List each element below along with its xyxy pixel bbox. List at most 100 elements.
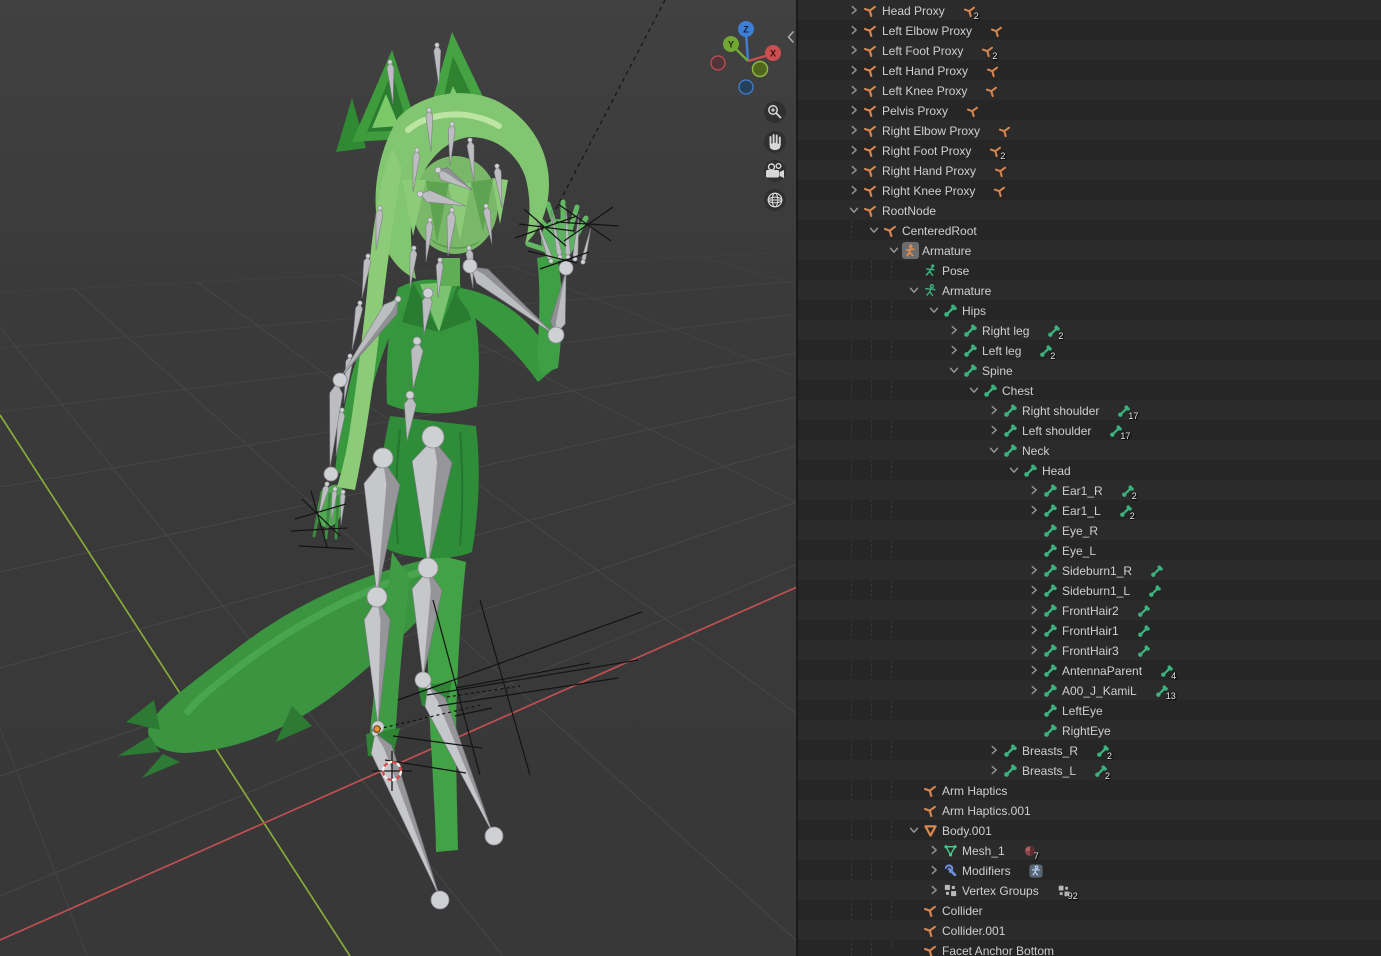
- chevron-down-icon[interactable]: [906, 822, 922, 838]
- outliner-row[interactable]: RightEye: [798, 720, 1381, 740]
- chevron-right-icon[interactable]: [846, 42, 862, 58]
- region-collapse-icon[interactable]: [789, 32, 794, 42]
- outliner-row[interactable]: Ear1_L2: [798, 500, 1381, 520]
- outliner-row[interactable]: RootNode: [798, 200, 1381, 220]
- chevron-down-icon[interactable]: [846, 202, 862, 218]
- chevron-down-icon[interactable]: [906, 282, 922, 298]
- outliner-row[interactable]: Modifiers: [798, 860, 1381, 880]
- outliner-row[interactable]: FrontHair1: [798, 620, 1381, 640]
- chevron-down-icon[interactable]: [926, 302, 942, 318]
- chevron-down-icon[interactable]: [966, 382, 982, 398]
- outliner-row[interactable]: Hips: [798, 300, 1381, 320]
- outliner-row[interactable]: Head Proxy2: [798, 0, 1381, 20]
- outliner-row[interactable]: Ear1_R2: [798, 480, 1381, 500]
- gizmo-y-axis[interactable]: Y: [723, 36, 739, 52]
- chevron-down-icon[interactable]: [866, 222, 882, 238]
- outliner-row[interactable]: Left leg2: [798, 340, 1381, 360]
- gizmo-z-axis[interactable]: Z: [738, 21, 754, 37]
- outliner-row[interactable]: Arm Haptics.001: [798, 800, 1381, 820]
- chevron-right-icon[interactable]: [926, 862, 942, 878]
- outliner-row[interactable]: Eye_R: [798, 520, 1381, 540]
- chevron-right-icon[interactable]: [1026, 482, 1042, 498]
- outliner-row[interactable]: Neck: [798, 440, 1381, 460]
- outliner-row[interactable]: Sideburn1_L: [798, 580, 1381, 600]
- chevron-right-icon[interactable]: [986, 422, 1002, 438]
- outliner-row[interactable]: Facet Anchor Bottom: [798, 940, 1381, 956]
- perspective-grid-icon[interactable]: [764, 189, 786, 211]
- outliner-row[interactable]: Left Knee Proxy: [798, 80, 1381, 100]
- chevron-right-icon[interactable]: [1026, 582, 1042, 598]
- outliner-row[interactable]: Chest: [798, 380, 1381, 400]
- outliner-row[interactable]: LeftEye: [798, 700, 1381, 720]
- outliner-row[interactable]: Right Hand Proxy: [798, 160, 1381, 180]
- outliner-row[interactable]: Collider.001: [798, 920, 1381, 940]
- outliner-row[interactable]: Vertex Groups92: [798, 880, 1381, 900]
- outliner-row[interactable]: Left Foot Proxy2: [798, 40, 1381, 60]
- outliner-row[interactable]: Head: [798, 460, 1381, 480]
- chevron-right-icon[interactable]: [1026, 622, 1042, 638]
- chevron-down-icon[interactable]: [986, 442, 1002, 458]
- outliner-row[interactable]: Left Hand Proxy: [798, 60, 1381, 80]
- outliner-row[interactable]: FrontHair2: [798, 600, 1381, 620]
- outliner-row[interactable]: FrontHair3: [798, 640, 1381, 660]
- outliner-row[interactable]: CenteredRoot: [798, 220, 1381, 240]
- zoom-in-icon[interactable]: [764, 101, 786, 123]
- navigation-gizmo[interactable]: Z Y X: [711, 21, 781, 94]
- gizmo-x-axis[interactable]: X: [765, 45, 781, 61]
- chevron-right-icon[interactable]: [1026, 562, 1042, 578]
- outliner-row[interactable]: Spine: [798, 360, 1381, 380]
- outliner-row[interactable]: Eye_L: [798, 540, 1381, 560]
- gizmo-x-neg[interactable]: [711, 56, 725, 70]
- chevron-right-icon[interactable]: [1026, 602, 1042, 618]
- outliner-row[interactable]: Right leg2: [798, 320, 1381, 340]
- chevron-right-icon[interactable]: [846, 62, 862, 78]
- chevron-right-icon[interactable]: [846, 122, 862, 138]
- chevron-right-icon[interactable]: [946, 342, 962, 358]
- 3d-viewport[interactable]: Z Y X: [0, 0, 796, 956]
- gizmo-z-neg[interactable]: [739, 80, 753, 94]
- chevron-right-icon[interactable]: [946, 322, 962, 338]
- chevron-right-icon[interactable]: [986, 402, 1002, 418]
- chevron-right-icon[interactable]: [846, 182, 862, 198]
- outliner-row[interactable]: Left shoulder17: [798, 420, 1381, 440]
- outliner-row[interactable]: Left Elbow Proxy: [798, 20, 1381, 40]
- outliner-row[interactable]: Armature: [798, 280, 1381, 300]
- outliner-row[interactable]: Pelvis Proxy: [798, 100, 1381, 120]
- chevron-right-icon[interactable]: [846, 22, 862, 38]
- chevron-right-icon[interactable]: [986, 742, 1002, 758]
- outliner-row[interactable]: Right Knee Proxy: [798, 180, 1381, 200]
- chevron-down-icon[interactable]: [886, 242, 902, 258]
- chevron-down-icon[interactable]: [1006, 462, 1022, 478]
- chevron-right-icon[interactable]: [1026, 642, 1042, 658]
- chevron-right-icon[interactable]: [986, 762, 1002, 778]
- gizmo-y-neg[interactable]: [753, 62, 768, 77]
- chevron-down-icon[interactable]: [946, 362, 962, 378]
- chevron-right-icon[interactable]: [926, 842, 942, 858]
- outliner-row[interactable]: AntennaParent4: [798, 660, 1381, 680]
- pan-hand-icon[interactable]: [764, 131, 786, 153]
- outliner-row[interactable]: Sideburn1_R: [798, 560, 1381, 580]
- camera-view-icon[interactable]: [764, 160, 786, 182]
- chevron-right-icon[interactable]: [926, 882, 942, 898]
- chevron-right-icon[interactable]: [846, 82, 862, 98]
- outliner-row[interactable]: A00_J_KamiL13: [798, 680, 1381, 700]
- outliner-row[interactable]: Right Elbow Proxy: [798, 120, 1381, 140]
- chevron-right-icon[interactable]: [846, 162, 862, 178]
- outliner-row[interactable]: Breasts_R2: [798, 740, 1381, 760]
- outliner-row[interactable]: Collider: [798, 900, 1381, 920]
- outliner-row[interactable]: Right shoulder17: [798, 400, 1381, 420]
- outliner-panel[interactable]: Head Proxy2Left Elbow ProxyLeft Foot Pro…: [797, 0, 1381, 956]
- chevron-right-icon[interactable]: [846, 2, 862, 18]
- outliner-row[interactable]: Breasts_L2: [798, 760, 1381, 780]
- outliner-row[interactable]: Armature: [798, 240, 1381, 260]
- outliner-row[interactable]: Pose: [798, 260, 1381, 280]
- outliner-row[interactable]: Right Foot Proxy2: [798, 140, 1381, 160]
- outliner-row[interactable]: Mesh_17: [798, 840, 1381, 860]
- chevron-right-icon[interactable]: [1026, 682, 1042, 698]
- outliner-row[interactable]: Arm Haptics: [798, 780, 1381, 800]
- chevron-right-icon[interactable]: [1026, 502, 1042, 518]
- chevron-right-icon[interactable]: [1026, 662, 1042, 678]
- outliner-row[interactable]: Body.001: [798, 820, 1381, 840]
- chevron-right-icon[interactable]: [846, 102, 862, 118]
- chevron-right-icon[interactable]: [846, 142, 862, 158]
